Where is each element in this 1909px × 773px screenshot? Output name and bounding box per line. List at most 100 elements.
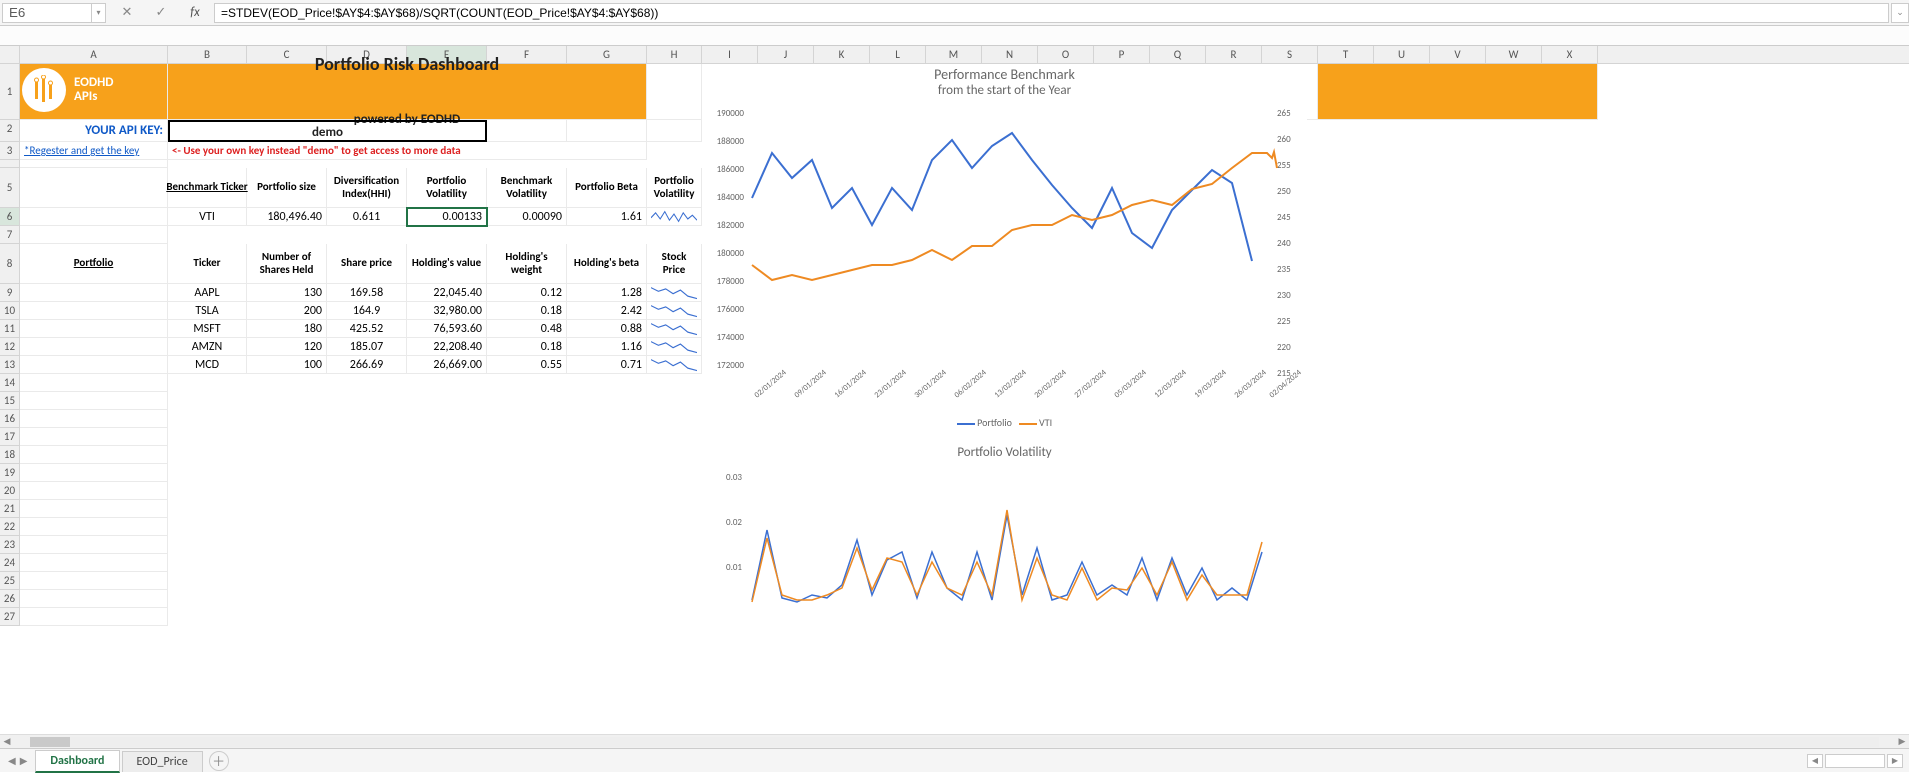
row-header[interactable]: 9 <box>0 284 20 302</box>
row-header[interactable]: 26 <box>0 590 20 608</box>
holding-price[interactable]: 185.07 <box>327 338 407 356</box>
cell[interactable] <box>647 64 702 120</box>
holding-weight[interactable]: 0.18 <box>487 302 567 320</box>
scroll-right-icon[interactable]: ▶ <box>1895 736 1909 747</box>
holding-beta[interactable]: 2.42 <box>567 302 647 320</box>
cell[interactable] <box>1318 64 1598 120</box>
cancel-formula-icon[interactable]: ✕ <box>114 3 140 23</box>
add-sheet-button[interactable]: ＋ <box>209 751 229 771</box>
col-header[interactable]: A <box>20 46 168 63</box>
tab-dashboard[interactable]: Dashboard <box>35 750 119 773</box>
row-header[interactable]: 25 <box>0 572 20 590</box>
cell[interactable] <box>20 554 168 572</box>
holding-beta[interactable]: 0.71 <box>567 356 647 374</box>
row-header[interactable]: 8 <box>0 244 20 284</box>
holding-value[interactable]: 22,208.40 <box>407 338 487 356</box>
holding-weight[interactable]: 0.48 <box>487 320 567 338</box>
col-header[interactable]: H <box>647 46 702 63</box>
bench-ticker[interactable]: VTI <box>168 208 247 226</box>
api-key-input[interactable]: demo <box>168 120 487 142</box>
cell[interactable] <box>20 320 168 338</box>
holding-shares[interactable]: 200 <box>247 302 327 320</box>
scroll-left-icon[interactable]: ◀ <box>0 736 14 747</box>
col-header[interactable]: O <box>1038 46 1094 63</box>
holding-value[interactable]: 22,045.40 <box>407 284 487 302</box>
holding-ticker[interactable]: MCD <box>168 356 247 374</box>
cell[interactable] <box>20 208 168 226</box>
holding-ticker[interactable]: TSLA <box>168 302 247 320</box>
row-header[interactable]: 17 <box>0 428 20 446</box>
col-header[interactable]: J <box>758 46 814 63</box>
holding-ticker[interactable]: AAPL <box>168 284 247 302</box>
name-dropdown[interactable]: ▾ <box>92 3 106 23</box>
holding-price[interactable]: 169.58 <box>327 284 407 302</box>
holding-ticker[interactable]: MSFT <box>168 320 247 338</box>
holding-price[interactable]: 164.9 <box>327 302 407 320</box>
col-header[interactable]: I <box>702 46 758 63</box>
tab-scroll-left-icon[interactable]: ◀ <box>1807 754 1823 768</box>
cell[interactable] <box>20 374 168 392</box>
row-header[interactable]: 24 <box>0 554 20 572</box>
cell[interactable] <box>20 446 168 464</box>
row-header[interactable]: 7 <box>0 226 20 244</box>
col-header[interactable]: U <box>1374 46 1430 63</box>
cell[interactable] <box>20 482 168 500</box>
tab-scroll-right-icon[interactable]: ▶ <box>1887 754 1903 768</box>
holding-price[interactable]: 425.52 <box>327 320 407 338</box>
col-header[interactable]: N <box>982 46 1038 63</box>
bench-pvol[interactable]: 0.00133 <box>407 208 487 226</box>
cell[interactable] <box>20 168 168 208</box>
holding-shares[interactable]: 120 <box>247 338 327 356</box>
cell[interactable] <box>20 572 168 590</box>
cell[interactable] <box>20 392 168 410</box>
row-header[interactable]: 23 <box>0 536 20 554</box>
row-header[interactable]: 5 <box>0 168 20 208</box>
col-header[interactable]: V <box>1430 46 1486 63</box>
holding-shares[interactable]: 130 <box>247 284 327 302</box>
col-header[interactable]: T <box>1318 46 1374 63</box>
cell[interactable] <box>20 500 168 518</box>
col-header[interactable]: K <box>814 46 870 63</box>
cell[interactable] <box>20 536 168 554</box>
fx-icon[interactable]: fx <box>182 3 208 23</box>
holding-value[interactable]: 32,980.00 <box>407 302 487 320</box>
holding-ticker[interactable]: AMZN <box>168 338 247 356</box>
row-header[interactable]: 21 <box>0 500 20 518</box>
holding-shares[interactable]: 100 <box>247 356 327 374</box>
accept-formula-icon[interactable]: ✓ <box>148 3 174 23</box>
holding-beta[interactable]: 0.88 <box>567 320 647 338</box>
row-header[interactable]: 22 <box>0 518 20 536</box>
bench-size[interactable]: 180,496.40 <box>247 208 327 226</box>
row-header[interactable]: 10 <box>0 302 20 320</box>
row-header[interactable]: 16 <box>0 410 20 428</box>
volatility-chart[interactable]: Portfolio Volatility 0.03 0.02 0.01 <box>702 445 1307 620</box>
col-header[interactable]: Q <box>1150 46 1206 63</box>
cell[interactable] <box>487 120 567 142</box>
row-header[interactable]: 19 <box>0 464 20 482</box>
col-header[interactable]: W <box>1486 46 1542 63</box>
holding-beta[interactable]: 1.16 <box>567 338 647 356</box>
row-header[interactable]: 15 <box>0 392 20 410</box>
cell[interactable] <box>20 160 168 168</box>
row-header[interactable]: 6 <box>0 208 20 226</box>
col-header[interactable]: M <box>926 46 982 63</box>
expand-formula-bar-icon[interactable]: ⌄ <box>1891 3 1909 23</box>
row-header[interactable]: 20 <box>0 482 20 500</box>
cell[interactable] <box>20 356 168 374</box>
row-header[interactable]: 11 <box>0 320 20 338</box>
col-header[interactable]: R <box>1206 46 1262 63</box>
row-header[interactable]: 2 <box>0 120 20 142</box>
cell[interactable] <box>647 120 702 142</box>
performance-chart[interactable]: Performance Benchmark from the start of … <box>702 66 1307 436</box>
holding-beta[interactable]: 1.28 <box>567 284 647 302</box>
holding-weight[interactable]: 0.12 <box>487 284 567 302</box>
register-link[interactable]: *Regester and get the key <box>20 142 168 160</box>
col-header[interactable]: X <box>1542 46 1598 63</box>
holding-value[interactable]: 26,669.00 <box>407 356 487 374</box>
row-header[interactable]: 13 <box>0 356 20 374</box>
row-header[interactable]: 1 <box>0 64 20 120</box>
cell[interactable] <box>20 428 168 446</box>
cell[interactable] <box>20 226 168 244</box>
col-header[interactable]: P <box>1094 46 1150 63</box>
name-box[interactable] <box>2 3 92 23</box>
